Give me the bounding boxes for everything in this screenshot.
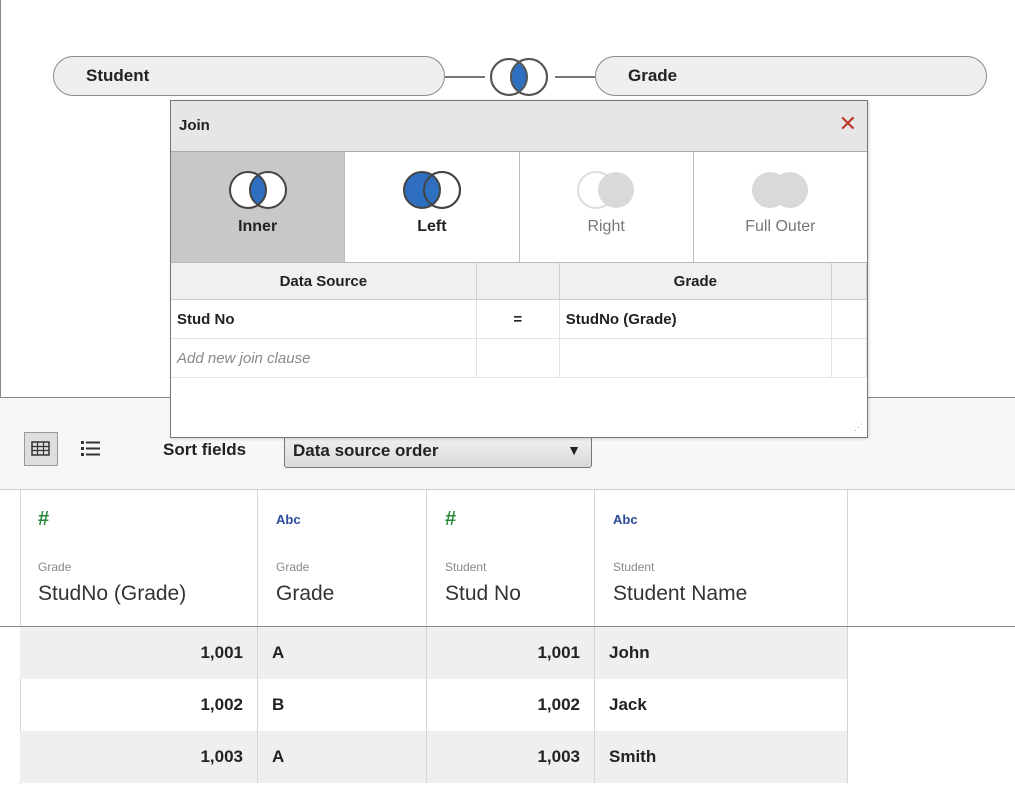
join-type-label: Left xyxy=(417,218,447,235)
clause-header-spacer xyxy=(831,263,868,300)
column-header-stud-no[interactable]: # Student Stud No xyxy=(427,490,595,626)
right-join-icon xyxy=(577,171,635,209)
clause-header-left: Data Source xyxy=(171,263,477,300)
clause-right-field[interactable]: StudNo (Grade) xyxy=(559,299,832,339)
clause-empty-cell xyxy=(559,338,832,378)
join-type-full-outer[interactable]: Full Outer xyxy=(694,152,867,262)
clause-operator[interactable]: = xyxy=(476,299,560,339)
column-name: Stud No xyxy=(445,582,521,605)
join-type-label: Full Outer xyxy=(745,218,816,235)
column-header-grade[interactable]: Abc Grade Grade xyxy=(258,490,427,626)
string-type-icon[interactable]: Abc xyxy=(276,512,301,527)
grid-view-icon xyxy=(31,441,50,456)
column-source: Student xyxy=(613,560,655,574)
join-type-inner[interactable]: Inner xyxy=(171,152,346,262)
join-type-label: Inner xyxy=(238,218,278,235)
table-pill-grade[interactable]: Grade xyxy=(595,56,987,96)
clause-empty-cell xyxy=(476,338,560,378)
table-row[interactable]: 1,001 A 1,001 John xyxy=(20,627,848,679)
table-pill-student[interactable]: Student xyxy=(53,56,445,96)
join-connector-line xyxy=(555,76,595,78)
add-clause-row[interactable]: Add new join clause xyxy=(171,338,868,378)
dropdown-caret-icon: ▼ xyxy=(567,442,581,458)
table-cell: 1,003 xyxy=(20,731,258,783)
join-dialog: Join ✕ Inner Left Right Full Outer Data … xyxy=(170,100,868,438)
clause-spacer xyxy=(831,338,868,378)
table-cell: John xyxy=(595,627,848,679)
table-cell: 1,001 xyxy=(427,627,595,679)
column-name: Student Name xyxy=(613,582,748,605)
table-pill-label: Student xyxy=(86,66,150,85)
table-cell: 1,002 xyxy=(20,679,258,731)
grid-view-button[interactable] xyxy=(24,432,58,466)
clause-header-op xyxy=(476,263,560,300)
table-cell: Smith xyxy=(595,731,848,783)
column-header-student-name[interactable]: Abc Student Student Name xyxy=(595,490,848,626)
left-join-icon xyxy=(402,171,461,209)
table-cell: B xyxy=(258,679,427,731)
table-row[interactable]: 1,003 A 1,003 Smith xyxy=(20,731,848,783)
sort-fields-label: Sort fields xyxy=(163,440,247,459)
number-type-icon[interactable]: # xyxy=(38,508,49,531)
clause-spacer xyxy=(831,299,868,339)
clause-left-field[interactable]: Stud No xyxy=(171,299,477,339)
column-name: Grade xyxy=(276,582,335,605)
column-name: StudNo (Grade) xyxy=(38,582,187,605)
join-type-selector: Inner Left Right Full Outer xyxy=(171,152,867,263)
clause-header-row: Data Source Grade xyxy=(171,263,868,300)
table-row[interactable]: 1,002 B 1,002 Jack xyxy=(20,679,848,731)
join-type-left[interactable]: Left xyxy=(345,152,520,262)
column-source: Student xyxy=(445,560,487,574)
column-source: Grade xyxy=(38,560,72,574)
table-cell: A xyxy=(258,731,427,783)
join-clause-table: Data Source Grade Stud No = StudNo (Grad… xyxy=(171,263,868,378)
sort-fields-select[interactable]: Data source order ▼ xyxy=(284,434,592,468)
list-view-icon[interactable] xyxy=(78,436,104,462)
join-clause-row[interactable]: Stud No = StudNo (Grade) xyxy=(171,299,868,339)
column-source: Grade xyxy=(276,560,310,574)
inner-join-icon[interactable] xyxy=(483,55,555,99)
table-cell: A xyxy=(258,627,427,679)
string-type-icon[interactable]: Abc xyxy=(613,512,638,527)
resize-grip-icon[interactable]: ⋰ xyxy=(854,422,863,433)
add-join-clause-link[interactable]: Add new join clause xyxy=(171,338,477,378)
number-type-icon[interactable]: # xyxy=(445,508,456,531)
grid-body: 1,001 A 1,001 John 1,002 B 1,002 Jack 1,… xyxy=(0,626,1015,787)
join-connector-line xyxy=(445,76,485,78)
table-cell: 1,002 xyxy=(427,679,595,731)
table-cell: Jack xyxy=(595,679,848,731)
dialog-header: Join ✕ xyxy=(171,101,867,152)
full-outer-join-icon xyxy=(752,172,809,208)
table-pill-label: Grade xyxy=(628,66,678,85)
table-cell: 1,003 xyxy=(427,731,595,783)
close-icon[interactable]: ✕ xyxy=(839,111,857,137)
join-type-label: Right xyxy=(587,218,625,235)
join-type-right[interactable]: Right xyxy=(520,152,694,262)
column-header-studno-grade[interactable]: # Grade StudNo (Grade) xyxy=(20,490,258,626)
sort-fields-value: Data source order xyxy=(293,441,439,460)
clause-header-right: Grade xyxy=(559,263,832,300)
table-cell: 1,001 xyxy=(20,627,258,679)
inner-join-icon xyxy=(228,171,287,209)
dialog-title: Join xyxy=(179,117,210,134)
